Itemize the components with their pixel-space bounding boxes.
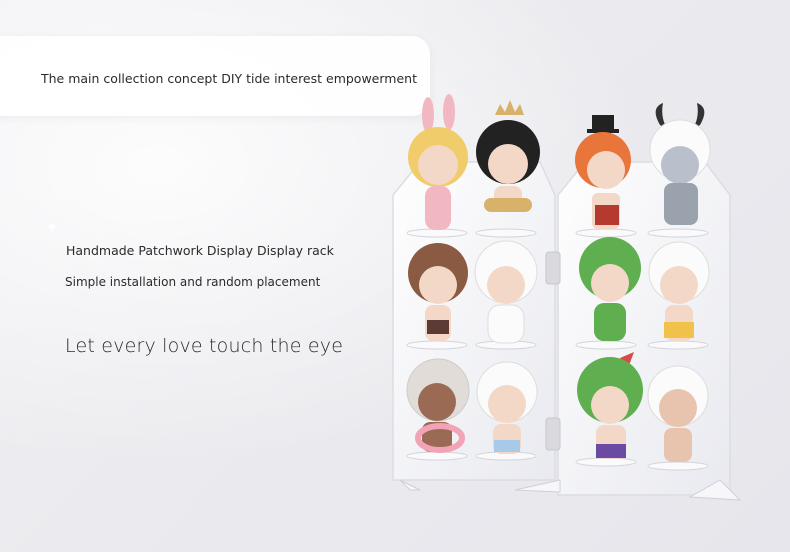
flamingo-float-figure	[406, 358, 470, 453]
display-rack-photo	[392, 94, 742, 501]
